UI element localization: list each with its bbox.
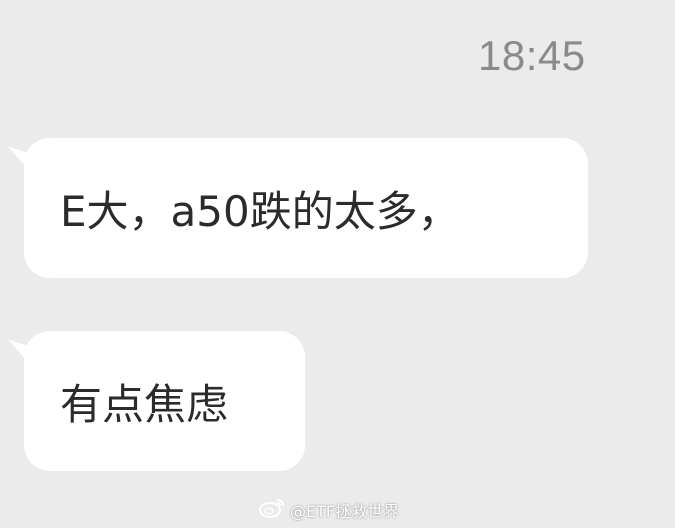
message-bubble[interactable]: 有点焦虑 — [8, 331, 305, 471]
message-timestamp: 18:45 — [478, 32, 586, 79]
weibo-logo-icon — [258, 497, 286, 523]
bubble-tail — [8, 146, 30, 172]
watermark-handle: @ETF拯救世界 — [290, 502, 400, 521]
watermark: @ETF拯救世界 — [258, 497, 399, 523]
message-bubble[interactable]: E大，a50跌的太多， — [8, 138, 588, 278]
message-text: 有点焦虑 — [60, 379, 229, 429]
bubble-tail — [8, 339, 30, 365]
message-text: E大，a50跌的太多， — [60, 186, 460, 236]
